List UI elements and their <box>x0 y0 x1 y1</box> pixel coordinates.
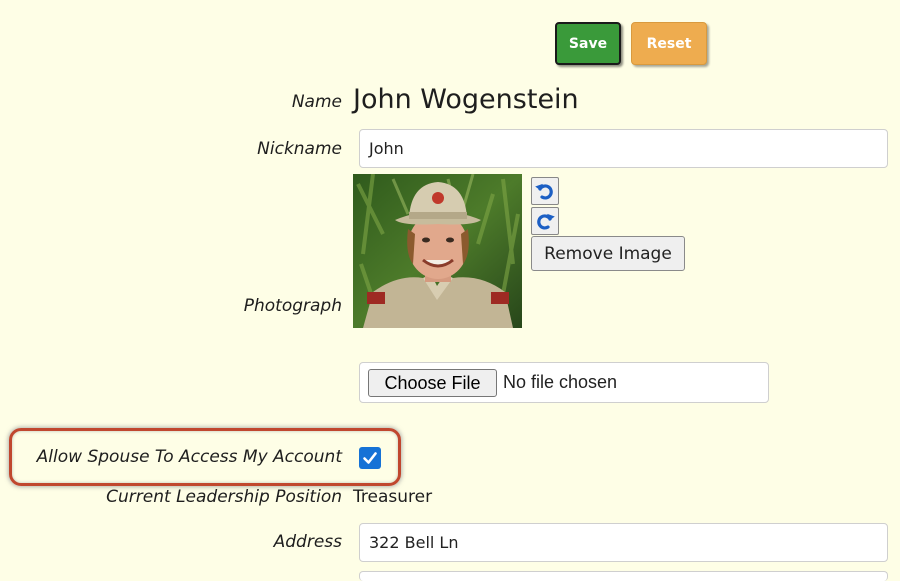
address-label: Address <box>273 532 342 552</box>
name-value: John Wogenstein <box>353 84 579 115</box>
next-field-input[interactable] <box>359 571 888 581</box>
choose-file-button[interactable]: Choose File <box>368 369 497 397</box>
spouse-access-label: Allow Spouse To Access My Account <box>36 447 342 467</box>
rotate-clockwise-button[interactable] <box>531 207 559 235</box>
remove-image-button[interactable]: Remove Image <box>531 236 685 271</box>
photograph-label: Photograph <box>243 296 342 316</box>
profile-photo <box>353 174 522 328</box>
leadership-value: Treasurer <box>353 487 433 507</box>
file-status: No file chosen <box>503 372 618 392</box>
rotate-counterclockwise-button[interactable] <box>531 177 559 205</box>
leadership-label: Current Leadership Position <box>106 487 342 507</box>
spouse-access-checkbox[interactable] <box>359 447 381 469</box>
nickname-input[interactable]: John <box>359 129 888 168</box>
rotate-counterclockwise-icon <box>535 183 553 200</box>
nickname-label: Nickname <box>257 139 342 159</box>
save-button[interactable]: Save <box>555 22 621 65</box>
reset-button[interactable]: Reset <box>631 22 707 65</box>
address-input[interactable]: 322 Bell Ln <box>359 523 888 562</box>
name-label: Name <box>291 92 342 112</box>
rotate-clockwise-icon <box>537 213 555 230</box>
checkmark-icon <box>363 452 377 464</box>
